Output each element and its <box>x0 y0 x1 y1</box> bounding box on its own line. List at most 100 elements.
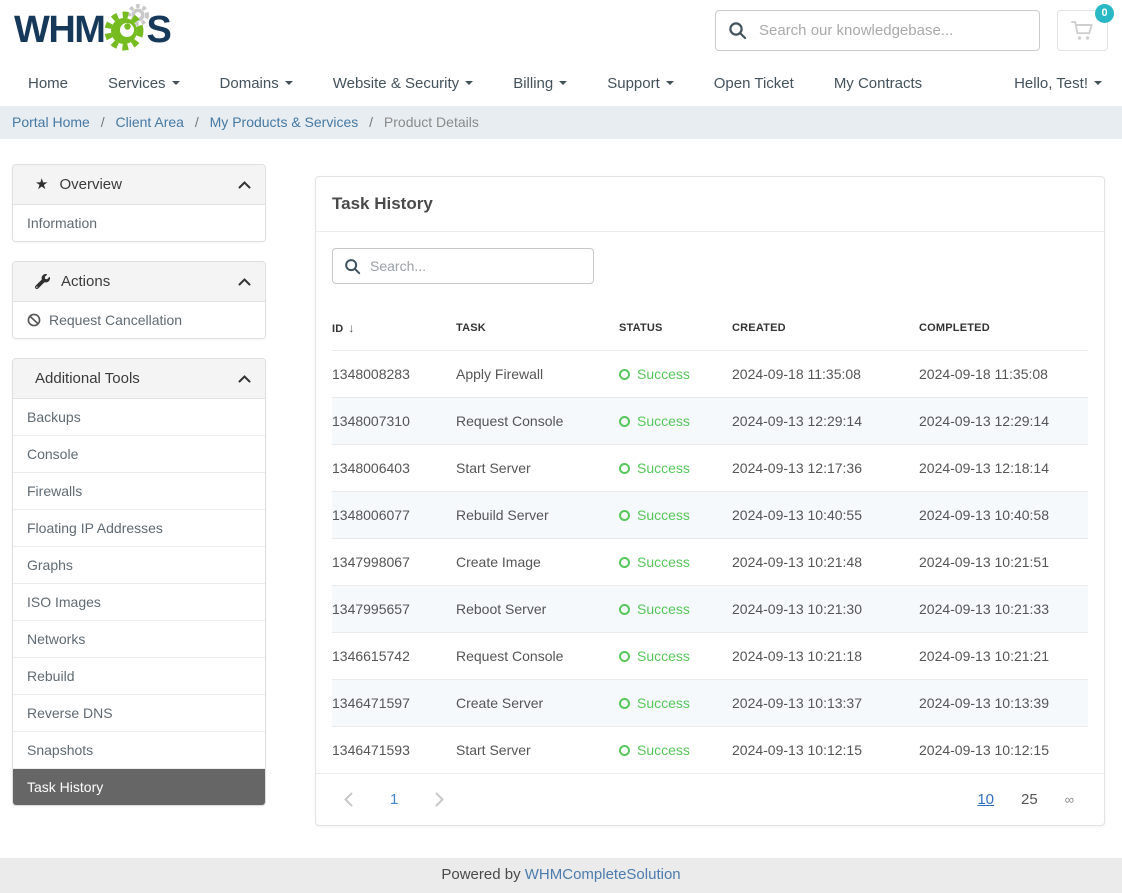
actions-panel-header[interactable]: Actions <box>13 262 265 302</box>
overview-panel-header[interactable]: ★ Overview <box>13 165 265 205</box>
actions-panel-title: Actions <box>61 273 110 290</box>
task-created-cell: 2024-09-13 10:13:37 <box>732 680 919 727</box>
table-search <box>332 248 594 284</box>
column-label: TASK <box>456 322 486 334</box>
breadcrumb-separator: / <box>369 114 373 130</box>
task-status-cell: Success <box>619 633 732 680</box>
sidebar-item-floating-ip-addresses[interactable]: Floating IP Addresses <box>13 509 265 546</box>
cart-button[interactable]: 0 <box>1057 10 1108 51</box>
sidebar-item-iso-images[interactable]: ISO Images <box>13 583 265 620</box>
page-size-selector: 10 25 ∞ <box>977 791 1074 808</box>
whmcompletesolution-link[interactable]: WHMCompleteSolution <box>525 866 681 883</box>
primary-nav: HomeServices Domains Website & SecurityBil… <box>0 60 1122 106</box>
task-created-cell: 2024-09-13 10:12:15 <box>732 727 919 774</box>
success-status-icon <box>619 745 630 756</box>
success-status-icon <box>619 557 630 568</box>
breadcrumb-separator: / <box>101 114 105 130</box>
sort-desc-icon[interactable]: ↓ <box>348 321 354 335</box>
previous-page-icon[interactable] <box>344 792 353 807</box>
breadcrumb-current: Product Details <box>384 114 479 130</box>
page-size-infinity-icon[interactable]: ∞ <box>1065 792 1074 807</box>
task-created-cell: 2024-09-13 12:17:36 <box>732 445 919 492</box>
task-name-cell: Rebuild Server <box>456 492 619 539</box>
column-header-task[interactable]: TASK <box>456 306 619 351</box>
task-name-cell: Start Server <box>456 727 619 774</box>
chevron-down-icon <box>1094 81 1102 85</box>
table-row: 1347998067 Create Image Success 2024-09-… <box>332 539 1088 586</box>
additional-tools-list: Backups Console Firewalls Floating IP Addre… <box>13 399 265 805</box>
nav-item-website-security[interactable]: Website & Security <box>313 75 493 92</box>
nav-item-home[interactable]: Home <box>14 75 88 92</box>
page-number[interactable]: 1 <box>390 791 398 808</box>
table-row: 1348008283 Apply Firewall Success 2024-0… <box>332 351 1088 398</box>
card-title: Task History <box>316 177 1104 232</box>
sidebar-item-label: Floating IP Addresses <box>27 520 163 536</box>
table-row: 1348007310 Request Console Success 2024-… <box>332 398 1088 445</box>
knowledgebase-search-input[interactable] <box>759 22 1027 39</box>
sidebar-item-information[interactable]: Information <box>13 205 265 241</box>
task-id-cell: 1346471597 <box>332 680 456 727</box>
breadcrumb: Portal Home / Client Area / My Products … <box>0 106 1122 139</box>
next-page-icon[interactable] <box>435 792 444 807</box>
nav-item-support[interactable]: Support <box>587 75 694 92</box>
success-status-icon <box>619 651 630 662</box>
sidebar-item-label: Rebuild <box>27 668 74 684</box>
additional-tools-panel-header[interactable]: Additional Tools <box>13 359 265 399</box>
user-menu-label: Hello, Test! <box>1014 75 1088 92</box>
pagination-pages: 1 <box>344 791 444 808</box>
nav-item-label: Domains <box>220 75 279 92</box>
sidebar-item-graphs[interactable]: Graphs <box>13 546 265 583</box>
page-size-10[interactable]: 10 <box>977 791 994 808</box>
nav-item-open-ticket[interactable]: Open Ticket <box>694 75 814 92</box>
actions-panel: Actions Request Cancellation <box>12 261 266 339</box>
pagination-bar: 1 10 25 ∞ <box>316 773 1104 825</box>
sidebar-item-task-history[interactable]: Task History <box>13 768 265 805</box>
star-icon: ★ <box>35 177 48 192</box>
powered-by-text: Powered by <box>441 866 520 883</box>
chevron-down-icon <box>666 81 674 85</box>
nav-item-domains[interactable]: Domains <box>200 75 313 92</box>
success-status-icon <box>619 698 630 709</box>
status-label: Success <box>637 601 690 617</box>
breadcrumb-link-portal-home[interactable]: Portal Home <box>12 114 90 130</box>
status-label: Success <box>637 507 690 523</box>
nav-item-user-menu[interactable]: Hello, Test! <box>994 75 1108 92</box>
breadcrumb-link-my-products-services[interactable]: My Products & Services <box>210 114 359 130</box>
column-header-id[interactable]: ID↓ <box>332 306 456 351</box>
task-status-cell: Success <box>619 445 732 492</box>
sidebar-item-reverse-dns[interactable]: Reverse DNS <box>13 694 265 731</box>
nav-item-services[interactable]: Services <box>88 75 200 92</box>
table-search-input[interactable] <box>370 258 582 274</box>
sidebar-item-backups[interactable]: Backups <box>13 399 265 435</box>
whmcs-logo[interactable]: WHM S <box>14 4 170 57</box>
task-history-card: Task History ID↓ <box>315 176 1105 826</box>
chevron-up-icon[interactable] <box>238 273 251 290</box>
sidebar-item-rebuild[interactable]: Rebuild <box>13 657 265 694</box>
table-row: 1348006077 Rebuild Server Success 2024-0… <box>332 492 1088 539</box>
table-row: 1346471593 Start Server Success 2024-09-… <box>332 727 1088 774</box>
chevron-up-icon[interactable] <box>238 176 251 193</box>
sidebar-item-firewalls[interactable]: Firewalls <box>13 472 265 509</box>
page-size-25[interactable]: 25 <box>1021 791 1038 808</box>
sidebar-item-request-cancellation[interactable]: Request Cancellation <box>13 302 265 338</box>
sidebar-item-networks[interactable]: Networks <box>13 620 265 657</box>
nav-item-my-contracts[interactable]: My Contracts <box>814 75 942 92</box>
column-header-completed[interactable]: COMPLETED <box>919 306 1088 351</box>
column-header-created[interactable]: CREATED <box>732 306 919 351</box>
task-completed-cell: 2024-09-13 10:21:21 <box>919 633 1088 680</box>
sidebar-item-label: Console <box>27 446 78 462</box>
task-name-cell: Request Console <box>456 398 619 445</box>
sidebar: ★ Overview Information Actions <box>12 164 266 825</box>
chevron-down-icon <box>465 81 473 85</box>
sidebar-item-label: ISO Images <box>27 594 101 610</box>
task-completed-cell: 2024-09-13 10:21:51 <box>919 539 1088 586</box>
task-id-cell: 1346471593 <box>332 727 456 774</box>
sidebar-item-snapshots[interactable]: Snapshots <box>13 731 265 768</box>
column-header-status[interactable]: STATUS <box>619 306 732 351</box>
chevron-up-icon[interactable] <box>238 370 251 387</box>
table-row: 1346615742 Request Console Success 2024-… <box>332 633 1088 680</box>
breadcrumb-link-client-area[interactable]: Client Area <box>115 114 183 130</box>
nav-item-billing[interactable]: Billing <box>493 75 587 92</box>
sidebar-item-console[interactable]: Console <box>13 435 265 472</box>
knowledgebase-search <box>715 10 1040 51</box>
